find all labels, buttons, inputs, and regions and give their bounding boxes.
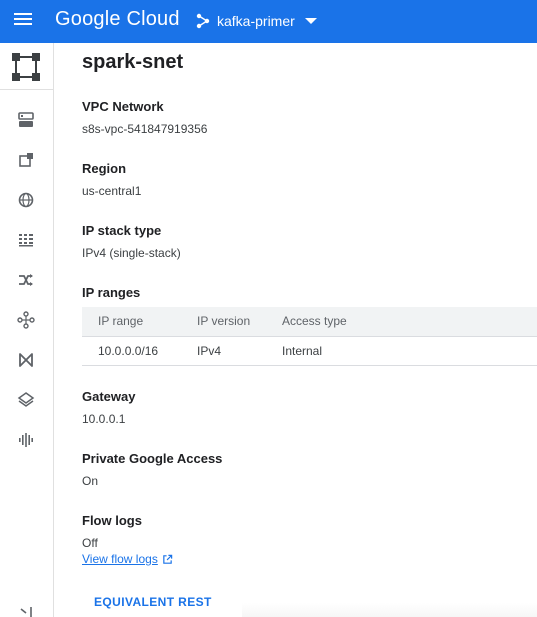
globe-icon[interactable] (17, 191, 35, 209)
view-flow-logs-label: View flow logs (82, 552, 158, 566)
project-hierarchy-icon (196, 13, 210, 29)
ip-version-cell: IPv4 (181, 336, 266, 366)
column-header-access-type: Access type (266, 307, 537, 337)
ip-stack-type-label: IP stack type (82, 223, 162, 238)
brand-logo[interactable]: Google Cloud (55, 8, 180, 31)
layers-icon[interactable] (17, 391, 35, 409)
bowtie-icon[interactable] (17, 351, 35, 369)
rail-divider (0, 89, 54, 90)
region-value: us-central1 (82, 184, 142, 198)
ip-range-cell: 10.0.0.0/16 (82, 336, 181, 366)
table-header-row: IP range IP version Access type (82, 307, 537, 337)
server-list-icon[interactable] (17, 111, 35, 129)
footer-shadow (242, 603, 537, 617)
vpc-network-label: VPC Network (82, 99, 164, 114)
flow-logs-value: Off (82, 536, 98, 550)
chevron-down-icon (304, 18, 317, 24)
collapse-rail-icon[interactable] (17, 607, 35, 617)
page-title: spark-snet (82, 51, 184, 73)
table-row: 10.0.0.0/16 IPv4 Internal (82, 336, 537, 366)
private-google-access-value: On (82, 474, 99, 488)
equivalent-rest-button[interactable]: EQUIVALENT REST (94, 595, 212, 609)
waveform-icon[interactable] (17, 431, 35, 449)
ip-ranges-table: IP range IP version Access type 10.0.0.0… (82, 307, 537, 366)
view-flow-logs-link[interactable]: View flow logs (82, 552, 173, 566)
external-box-icon[interactable] (17, 151, 35, 169)
project-name: kafka-primer (217, 13, 295, 29)
ip-ranges-label: IP ranges (82, 285, 141, 300)
flow-logs-label: Flow logs (82, 513, 142, 528)
network-nodes-icon[interactable] (17, 311, 35, 329)
private-google-access-label: Private Google Access (82, 451, 223, 466)
side-nav-rail (0, 43, 54, 617)
region-label: Region (82, 161, 127, 176)
top-app-bar: Google Cloud kafka-primer (0, 0, 537, 43)
access-type-cell: Internal (266, 336, 537, 366)
grid-icon[interactable] (17, 231, 35, 249)
shuffle-icon[interactable] (17, 271, 35, 289)
column-header-ip-version: IP version (181, 307, 266, 337)
ip-stack-type-value: IPv4 (single-stack) (82, 246, 181, 260)
gateway-label: Gateway (82, 389, 136, 404)
gateway-value: 10.0.0.1 (82, 412, 126, 426)
vpc-logo-icon[interactable] (11, 52, 41, 82)
open-in-new-icon (163, 554, 173, 564)
column-header-ip-range: IP range (82, 307, 181, 337)
hamburger-menu-icon[interactable] (14, 11, 38, 31)
vpc-network-value: s8s-vpc-541847919356 (82, 122, 208, 136)
project-selector[interactable]: kafka-primer (195, 10, 317, 32)
